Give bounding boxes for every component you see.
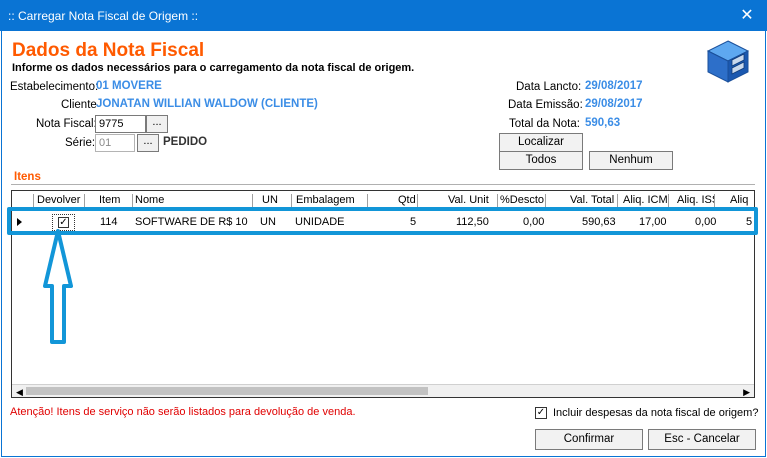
- grid-header-aliq-iss[interactable]: Aliq. ISS: [677, 194, 715, 207]
- horizontal-scrollbar[interactable]: ◀ ▶: [12, 384, 754, 397]
- total-nota-value: 590,63: [585, 117, 621, 129]
- cube-cabinet-icon: [706, 40, 750, 83]
- itens-divider: [11, 184, 755, 185]
- grid-header-qtd[interactable]: Qtd: [398, 194, 418, 207]
- nenhum-button[interactable]: Nenhum: [589, 151, 673, 170]
- incluir-despesas-label[interactable]: Incluir despesas da nota fiscal de orige…: [553, 407, 758, 419]
- cancelar-button[interactable]: Esc - Cancelar: [648, 429, 756, 450]
- itens-section-label: Itens: [14, 171, 41, 183]
- grid-header-val-unit[interactable]: Val. Unit: [448, 194, 498, 207]
- close-icon[interactable]: ✕: [727, 0, 767, 31]
- grid-header-descto[interactable]: %Descto: [500, 194, 546, 207]
- data-lancto-label: Data Lancto:: [516, 81, 582, 93]
- row-highlight-annotation: [7, 207, 758, 235]
- total-nota-label: Total da Nota:: [509, 118, 580, 130]
- title-bar: :: Carregar Nota Fiscal de Origem :: ✕: [0, 0, 767, 31]
- nota-fiscal-label: Nota Fiscal:: [36, 118, 97, 130]
- grid-header-aliq-icm[interactable]: Aliq. ICM: [623, 194, 669, 207]
- serie-input[interactable]: 01: [95, 134, 135, 152]
- scroll-right-icon[interactable]: ▶: [743, 387, 750, 397]
- data-emissao-label: Data Emissão:: [508, 99, 583, 111]
- grid-header-devolver[interactable]: Devolver: [37, 194, 85, 207]
- estabelecimento-label: Estabelecimento:: [10, 81, 99, 93]
- data-emissao-value: 29/08/2017: [585, 98, 643, 110]
- nota-fiscal-input[interactable]: 9775: [95, 115, 146, 133]
- todos-button[interactable]: Todos: [499, 151, 583, 170]
- window-title: :: Carregar Nota Fiscal de Origem ::: [8, 9, 199, 23]
- incluir-despesas-checkbox[interactable]: ✓: [535, 407, 547, 419]
- estabelecimento-value: 01 MOVERE: [96, 80, 162, 92]
- up-arrow-annotation-icon: [43, 229, 73, 344]
- serie-lookup-button[interactable]: ...: [137, 134, 159, 152]
- grid-header-val-total[interactable]: Val. Total: [570, 194, 618, 207]
- grid-header-aliq[interactable]: Aliq: [730, 194, 752, 207]
- page-subtitle: Informe os dados necessários para o carr…: [12, 62, 415, 74]
- service-items-warning: Atenção! Itens de serviço não serão list…: [10, 406, 356, 418]
- cliente-label: Cliente: [61, 99, 97, 111]
- scroll-left-icon[interactable]: ◀: [16, 387, 23, 397]
- data-lancto-value: 29/08/2017: [585, 80, 643, 92]
- serie-label: Série:: [65, 137, 96, 149]
- grid-header-nome[interactable]: Nome: [135, 194, 253, 207]
- localizar-button[interactable]: Localizar: [499, 133, 583, 152]
- page-title: Dados da Nota Fiscal: [12, 40, 205, 61]
- serie-description: PEDIDO: [163, 136, 208, 148]
- scrollbar-thumb[interactable]: [26, 387, 428, 395]
- nota-fiscal-lookup-button[interactable]: ...: [146, 115, 168, 133]
- confirmar-button[interactable]: Confirmar: [535, 429, 643, 450]
- grid-header-un[interactable]: UN: [262, 194, 292, 207]
- grid-header-indicator: [12, 194, 34, 207]
- cliente-value: JONATAN WILLIAN WALDOW (CLIENTE): [96, 98, 318, 110]
- grid-header-item[interactable]: Item: [99, 194, 133, 207]
- grid-header: Devolver Item Nome UN Embalagem Qtd Val.…: [12, 191, 754, 208]
- grid-header-embalagem[interactable]: Embalagem: [296, 194, 368, 207]
